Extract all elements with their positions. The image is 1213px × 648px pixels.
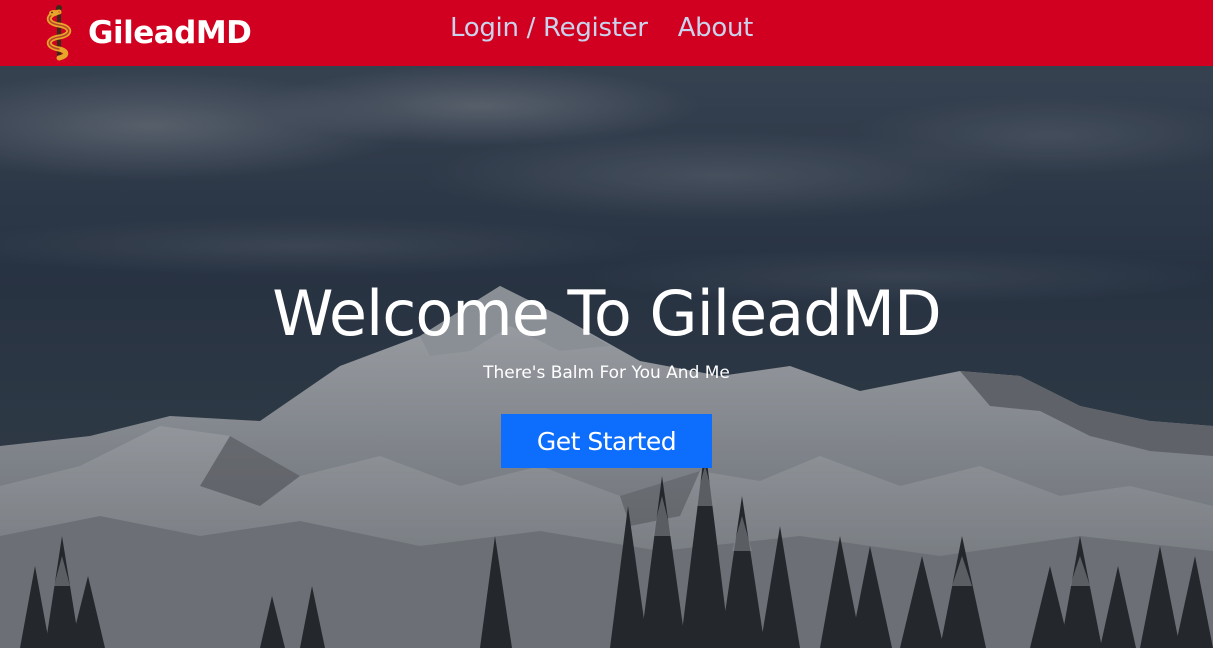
- hero-content: Welcome To GileadMD There's Balm For You…: [0, 276, 1213, 468]
- nav-links: Login / Register About: [450, 10, 753, 46]
- page: GileadMD Login / Register About Welcome …: [0, 0, 1213, 648]
- brand-link[interactable]: GileadMD: [40, 4, 252, 62]
- hero-title: Welcome To GileadMD: [272, 277, 942, 350]
- nav-login-register-link[interactable]: Login / Register: [450, 10, 648, 46]
- hero-section: Welcome To GileadMD There's Balm For You…: [0, 66, 1213, 648]
- nav-about-link[interactable]: About: [678, 10, 754, 46]
- get-started-button[interactable]: Get Started: [501, 414, 712, 468]
- caduceus-snake-icon: [46, 5, 72, 61]
- navbar: GileadMD Login / Register About: [0, 0, 1213, 66]
- hero-subtitle: There's Balm For You And Me: [483, 363, 730, 383]
- brand-name: GileadMD: [88, 15, 252, 51]
